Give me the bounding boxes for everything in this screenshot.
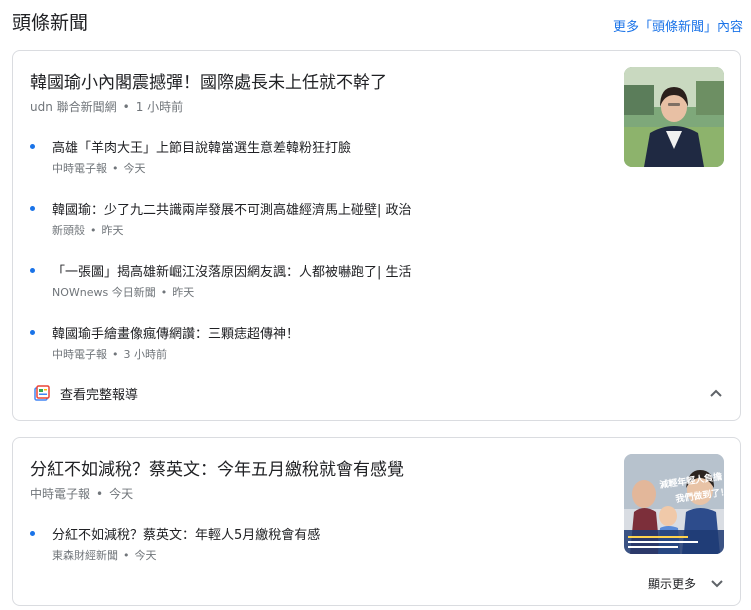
- related-story[interactable]: 高雄「羊肉大王」上節目說韓當選生意差韓粉狂打臉 中時電子報 • 今天: [30, 138, 630, 178]
- more-top-stories-link[interactable]: 更多「頭條新聞」內容: [613, 16, 743, 35]
- bullet-dot: [30, 531, 35, 536]
- source-name: 中時電子報: [52, 348, 107, 361]
- source-name: 中時電子報: [30, 487, 91, 501]
- card-headline[interactable]: 韓國瑜小內閣震撼彈！國際處長未上任就不幹了: [30, 68, 387, 93]
- source-name: NOWnews 今日新聞: [52, 286, 156, 299]
- related-story-title[interactable]: 「一張圖」揭高雄新崛江沒落原因網友諷：人都被嚇跑了| 生活: [52, 261, 412, 280]
- news-card-1: 韓國瑜小內閣震撼彈！國際處長未上任就不幹了 udn 聯合新聞網 • 1 小時前 高雄…: [12, 50, 741, 421]
- time-ago: 今天: [134, 549, 157, 562]
- time-ago: 3 小時前: [123, 348, 168, 361]
- section-title: 頭條新聞: [12, 12, 89, 34]
- card-meta: udn 聯合新聞網 • 1 小時前: [30, 100, 184, 114]
- related-story-meta: 東森財經新聞 • 今天: [52, 549, 157, 562]
- bullet-dot: [30, 330, 35, 335]
- related-story-title[interactable]: 韓國瑜：少了九二共識兩岸發展不可測高雄經濟馬上碰壁| 政治: [52, 199, 412, 218]
- related-story-meta: 中時電子報 • 今天: [52, 162, 146, 175]
- time-ago: 昨天: [172, 286, 195, 299]
- headline-thumbnail[interactable]: 減輕年輕人負擔 我們做到了！: [624, 454, 724, 554]
- chevron-down-icon: [711, 580, 723, 588]
- headline-thumbnail[interactable]: [624, 67, 724, 167]
- source-name: 中時電子報: [52, 162, 107, 175]
- bullet-dot: [30, 144, 35, 149]
- time-ago: 1 小時前: [135, 100, 184, 114]
- related-story-meta: NOWnews 今日新聞 • 昨天: [52, 286, 195, 299]
- related-story[interactable]: 分紅不如減稅？蔡英文：年輕人5月繳稅會有感 東森財經新聞 • 今天: [30, 525, 630, 565]
- source-name: 東森財經新聞: [52, 549, 118, 562]
- time-ago: 今天: [123, 162, 146, 175]
- show-more-label: 顯示更多: [647, 577, 696, 591]
- related-story[interactable]: 「一張圖」揭高雄新崛江沒落原因網友諷：人都被嚇跑了| 生活 NOWnews 今日…: [30, 262, 630, 302]
- bullet-dot: [30, 206, 35, 211]
- source-name: udn 聯合新聞網: [30, 100, 117, 114]
- related-story[interactable]: 韓國瑜手繪畫像瘋傳網讚：三顆痣超傳神！ 中時電子報 • 3 小時前: [30, 324, 630, 364]
- card-meta: 中時電子報 • 今天: [30, 487, 134, 501]
- time-ago: 昨天: [101, 224, 124, 237]
- tax-cut-promo-image: 減輕年輕人負擔 我們做到了！: [624, 454, 724, 554]
- related-story-title[interactable]: 分紅不如減稅？蔡英文：年輕人5月繳稅會有感: [52, 524, 320, 543]
- source-name: 新頭殼: [52, 224, 85, 237]
- news-card-2: 分紅不如減稅？蔡英文：今年五月繳稅就會有感覺 中時電子報 • 今天 減輕年輕人負擔 …: [12, 437, 741, 606]
- related-story[interactable]: 韓國瑜：少了九二共識兩岸發展不可測高雄經濟馬上碰壁| 政治 新頭殼 • 昨天: [30, 200, 630, 240]
- bullet-dot: [30, 268, 35, 273]
- related-story-meta: 新頭殼 • 昨天: [52, 224, 124, 237]
- top-stories-header: 頭條新聞 更多「頭條新聞」內容: [12, 8, 743, 38]
- related-story-title[interactable]: 韓國瑜手繪畫像瘋傳網讚：三顆痣超傳神！: [52, 323, 299, 342]
- time-ago: 今天: [109, 487, 134, 501]
- related-story-meta: 中時電子報 • 3 小時前: [52, 348, 168, 361]
- related-story-title[interactable]: 高雄「羊肉大王」上節目說韓當選生意差韓粉狂打臉: [52, 137, 351, 156]
- chevron-up-icon[interactable]: [708, 386, 724, 400]
- full-coverage-icon: [34, 385, 50, 401]
- card-headline[interactable]: 分紅不如減稅？蔡英文：今年五月繳稅就會有感覺: [30, 455, 404, 480]
- full-coverage-label: 查看完整報導: [60, 388, 139, 403]
- woman-portrait-image: [624, 67, 724, 167]
